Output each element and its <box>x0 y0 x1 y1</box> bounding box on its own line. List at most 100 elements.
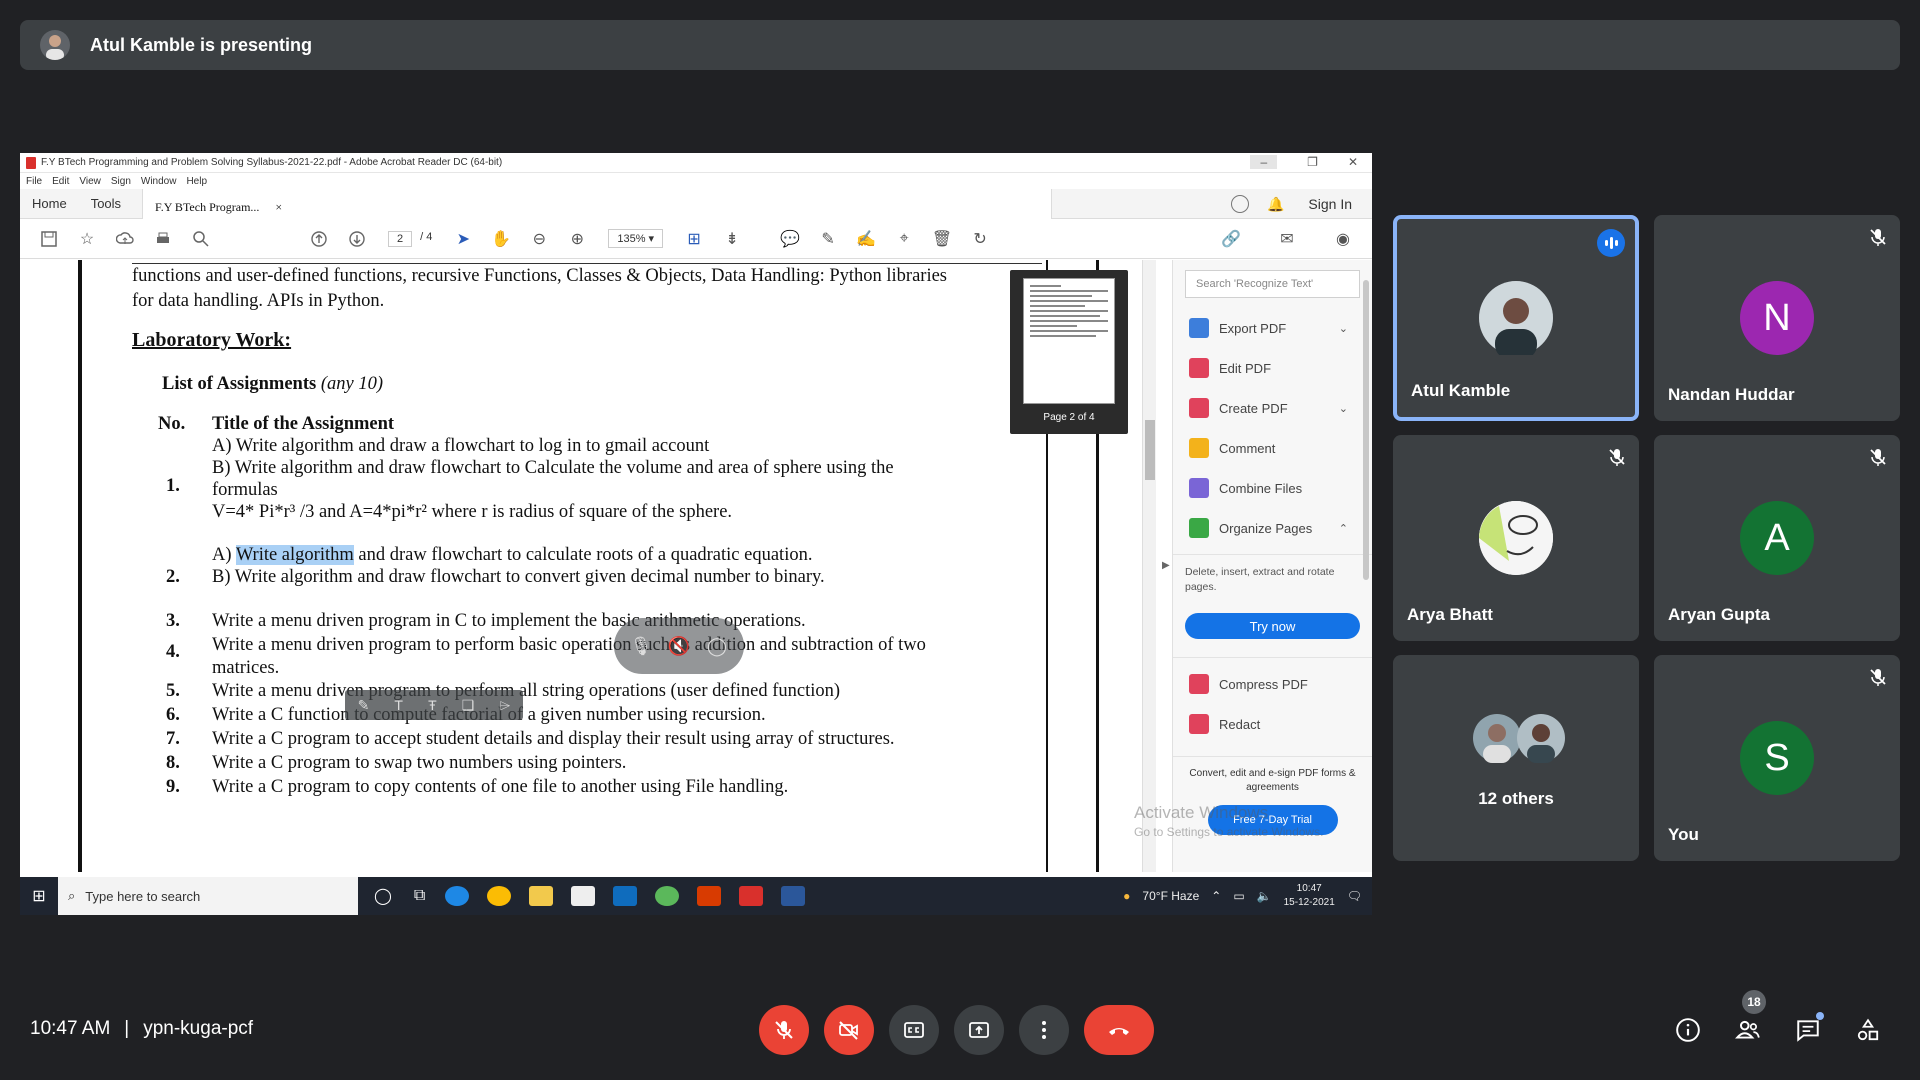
minimize-icon[interactable]: – <box>1250 155 1278 169</box>
chevron-up-icon[interactable]: ⌃ <box>1339 522 1348 535</box>
pen-icon[interactable]: ✎ <box>358 697 370 714</box>
tool-combine-files[interactable]: Combine Files <box>1173 468 1372 508</box>
chevron-down-icon[interactable]: ⌄ <box>1339 322 1348 335</box>
tool-edit-pdf[interactable]: Edit PDF <box>1173 348 1372 388</box>
people-icon[interactable] <box>1733 1015 1763 1045</box>
bell-icon[interactable]: 🔔 <box>1267 196 1284 213</box>
captions-button[interactable] <box>889 1005 939 1055</box>
chrome-icon[interactable] <box>487 886 512 906</box>
menu-edit[interactable]: Edit <box>52 176 69 187</box>
tab-tools[interactable]: Tools <box>79 196 133 218</box>
item-2-highlight[interactable]: Write algorithm <box>235 545 354 565</box>
presenter-floating-controls[interactable]: 🎙 🔇 ◯ <box>614 618 744 674</box>
mic-toggle-button[interactable] <box>759 1005 809 1055</box>
share-link-icon[interactable]: 🔗 <box>1221 229 1241 249</box>
more-options-button[interactable] <box>1019 1005 1069 1055</box>
tool-comment[interactable]: Comment <box>1173 428 1372 468</box>
hand-tool-icon[interactable]: ✋ <box>491 229 511 249</box>
meeting-details-icon[interactable] <box>1673 1015 1703 1045</box>
tool-export-pdf[interactable]: Export PDF ⌄ <box>1173 308 1372 348</box>
print-icon[interactable] <box>153 229 173 249</box>
page-up-icon[interactable] <box>309 229 329 249</box>
chrome-profile-icon[interactable] <box>655 886 680 906</box>
tab-close-icon[interactable]: × <box>275 195 282 219</box>
email-icon[interactable]: ✉ <box>1277 229 1297 249</box>
tools-search-input[interactable]: Search 'Recognize Text' <box>1185 270 1360 298</box>
file-explorer-icon[interactable] <box>529 886 554 906</box>
zoom-in-icon[interactable]: ⊕ <box>567 229 587 249</box>
activities-icon[interactable] <box>1853 1015 1883 1045</box>
edge-icon[interactable] <box>445 886 470 906</box>
network-icon[interactable]: ▭ <box>1233 889 1244 903</box>
word-icon[interactable] <box>781 886 806 906</box>
scroll-mode-icon[interactable]: ⇟ <box>722 229 742 249</box>
tag-icon[interactable]: ⌲ <box>499 697 510 714</box>
upload-cloud-icon[interactable] <box>115 229 135 249</box>
page-number-box[interactable]: 2 / 4 <box>388 230 432 247</box>
page-current-input[interactable]: 2 <box>388 230 413 247</box>
audio-off-icon[interactable]: 🔇 <box>668 635 690 657</box>
panel-collapse-icon[interactable]: ▶ <box>1162 560 1170 571</box>
office-icon[interactable] <box>697 886 722 906</box>
stamp-icon[interactable]: ⌖ <box>894 229 914 249</box>
menu-window[interactable]: Window <box>141 176 177 187</box>
tools-scrollbar-thumb[interactable] <box>1363 280 1369 580</box>
zoom-search-icon[interactable] <box>191 229 211 249</box>
participant-tile-nandan[interactable]: N Nandan Huddar <box>1654 215 1900 421</box>
menu-sign[interactable]: Sign <box>111 176 131 187</box>
stop-icon[interactable]: ◯ <box>706 635 728 657</box>
leave-call-button[interactable] <box>1084 1005 1154 1055</box>
tool-create-pdf[interactable]: Create PDF ⌄ <box>1173 388 1372 428</box>
mail-icon[interactable] <box>613 886 638 906</box>
participant-tile-arya[interactable]: Arya Bhatt <box>1393 435 1639 641</box>
meeting-code[interactable]: ypn-kuga-pcf <box>143 1018 253 1040</box>
task-view-icon[interactable]: ⧉ <box>414 887 425 905</box>
text-icon[interactable]: T <box>394 697 403 713</box>
tool-organize-pages[interactable]: Organize Pages ⌃ <box>1173 508 1372 548</box>
highlight-pen-icon[interactable]: ✎ <box>818 229 838 249</box>
zoom-level-select[interactable]: 135% ▾ <box>608 229 664 248</box>
weather-text[interactable]: 70°F Haze <box>1142 889 1199 903</box>
notification-icon[interactable]: 🗨 <box>1347 889 1362 903</box>
pdf-scrollbar[interactable] <box>1142 260 1156 872</box>
close-window-icon[interactable]: ✕ <box>1348 155 1358 169</box>
zoom-out-icon[interactable]: ⊖ <box>529 229 549 249</box>
tool-compress-pdf[interactable]: Compress PDF <box>1173 664 1372 704</box>
taskbar-search-input[interactable]: ⌕ Type here to search <box>58 877 358 915</box>
mic-off-icon[interactable]: 🎙 <box>630 635 653 657</box>
store-icon[interactable] <box>571 886 596 906</box>
participant-tile-you[interactable]: S You <box>1654 655 1900 861</box>
save-icon[interactable] <box>39 229 59 249</box>
delete-icon[interactable]: 🗑 <box>932 229 952 249</box>
tray-chevron-icon[interactable]: ⌃ <box>1211 889 1221 903</box>
sign-icon[interactable]: ✍ <box>856 229 876 249</box>
acrobat-taskbar-icon[interactable] <box>739 886 764 906</box>
menu-help[interactable]: Help <box>186 176 207 187</box>
participant-tile-aryan[interactable]: A Aryan Gupta <box>1654 435 1900 641</box>
pdf-scrollbar-thumb[interactable] <box>1145 420 1155 480</box>
volume-icon[interactable]: 🔈 <box>1257 889 1272 903</box>
comment-icon[interactable]: 💬 <box>780 229 800 249</box>
help-icon[interactable] <box>1230 195 1249 213</box>
tool-redact[interactable]: Redact <box>1173 704 1372 744</box>
tab-home[interactable]: Home <box>20 196 79 218</box>
camera-toggle-button[interactable] <box>824 1005 874 1055</box>
sign-in-link[interactable]: Sign In <box>1308 196 1352 212</box>
participant-tile-others[interactable]: 12 others <box>1393 655 1639 861</box>
cortana-icon[interactable]: ◯ <box>374 886 392 906</box>
tools-scrollbar[interactable] <box>1360 260 1372 710</box>
try-now-button[interactable]: Try now <box>1185 613 1360 639</box>
taskbar-clock[interactable]: 10:47 15-12-2021 <box>1284 882 1335 910</box>
strikethrough-icon[interactable]: Ŧ <box>428 697 437 713</box>
account-icon[interactable]: ◉ <box>1333 229 1353 249</box>
bookmark-star-icon[interactable]: ☆ <box>77 229 97 249</box>
menu-view[interactable]: View <box>79 176 101 187</box>
restore-icon[interactable]: ❐ <box>1307 155 1318 169</box>
select-cursor-icon[interactable]: ➤ <box>453 229 473 249</box>
participant-tile-atul[interactable]: Atul Kamble <box>1393 215 1639 421</box>
fit-page-icon[interactable]: ⊞ <box>684 229 704 249</box>
menu-file[interactable]: File <box>26 176 42 187</box>
rotate-icon[interactable]: ↻ <box>970 229 990 249</box>
windows-start-icon[interactable]: ⊞ <box>20 886 58 906</box>
page-down-icon[interactable] <box>347 229 367 249</box>
